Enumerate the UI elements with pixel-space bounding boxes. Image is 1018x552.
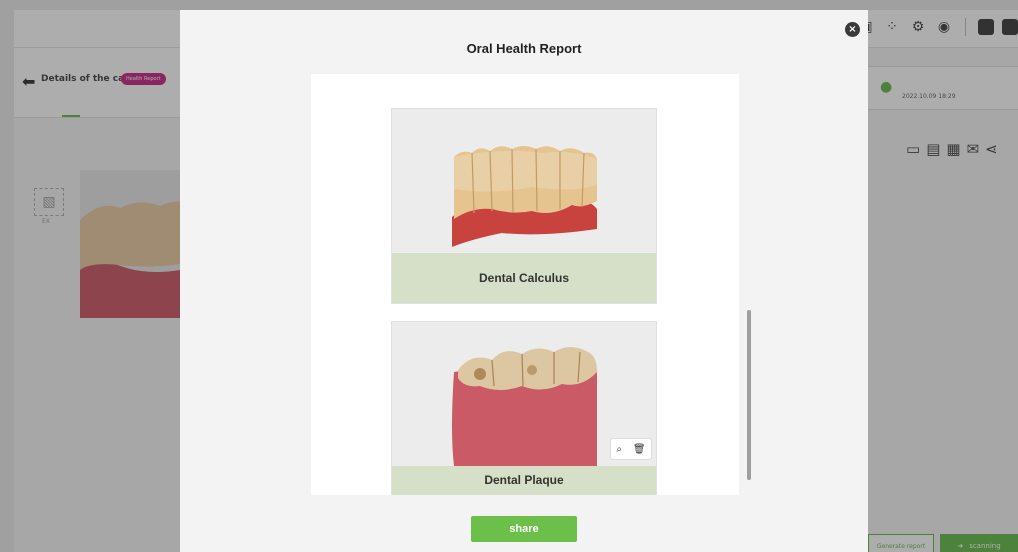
report-card: ⌕ 🗑 Dental Plaque — [391, 321, 657, 495]
image-tools: ⌕ 🗑 — [610, 438, 652, 460]
share-button[interactable]: share — [471, 516, 577, 542]
card-label: Dental Calculus — [392, 253, 656, 303]
close-icon[interactable]: × — [845, 22, 860, 37]
zoom-icon[interactable]: ⌕ — [616, 444, 622, 455]
report-preview[interactable]: Dental Calculus ⌕ 🗑 Dental Plaque — [311, 74, 739, 495]
dental-calculus-image[interactable] — [392, 109, 656, 253]
report-card: Dental Calculus — [391, 108, 657, 304]
trash-icon[interactable]: 🗑 — [633, 444, 646, 455]
modal-title: Oral Health Report — [466, 41, 582, 56]
oral-health-report-modal: Oral Health Report Dental Calculus ⌕ 🗑 D… — [180, 10, 868, 552]
modal-scrollbar[interactable] — [747, 310, 751, 480]
teeth-photo-icon — [452, 146, 597, 247]
card-label: Dental Plaque — [392, 466, 656, 495]
dental-plaque-image[interactable]: ⌕ 🗑 — [392, 322, 656, 466]
